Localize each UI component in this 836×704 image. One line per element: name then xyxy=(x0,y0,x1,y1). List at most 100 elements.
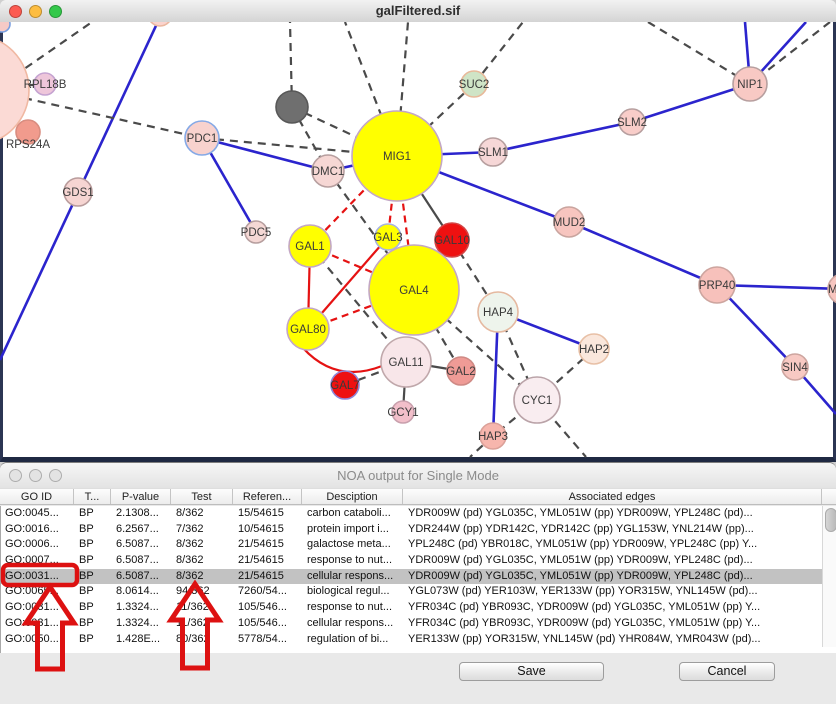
cell: GO:0016... xyxy=(1,522,75,538)
cell: GO:0050... xyxy=(1,632,75,648)
network-window-titlebar[interactable]: galFiltered.sif xyxy=(0,0,836,23)
vertical-scrollbar[interactable] xyxy=(822,506,836,647)
cell: cellular respons... xyxy=(303,569,404,585)
node-label: MSL1 xyxy=(828,284,836,296)
table-row[interactable]: GO:0031...BP1.3324...11/362105/546...res… xyxy=(1,600,836,616)
table-row[interactable]: GO:0006...BP6.5087...8/36221/54615galact… xyxy=(1,537,836,553)
cell: biological regul... xyxy=(303,584,404,600)
cell: YDR009W (pd) YGL035C, YML051W (pp) YDR00… xyxy=(404,553,823,569)
network-canvas[interactable]: RPL18B RPS24A GDS1 PDC1 DMC1 MIG1 SLM1 SUC2 SLM2… xyxy=(0,22,836,462)
cell: BP xyxy=(75,584,112,600)
node-label: GAL7 xyxy=(330,380,359,392)
table-row[interactable]: GO:0016...BP6.2567...7/36210/54615protei… xyxy=(1,522,836,538)
node-label: HAP2 xyxy=(579,344,609,356)
cell: 11/362 xyxy=(172,616,234,632)
cell: 21/54615 xyxy=(234,537,303,553)
cell: 7/362 xyxy=(172,522,234,538)
node-label: GAL3 xyxy=(373,232,402,244)
column-header[interactable]: Associated edges xyxy=(403,489,822,504)
cell: 6.5087... xyxy=(112,553,172,569)
column-header[interactable]: Desciption xyxy=(302,489,403,504)
network-edge[interactable] xyxy=(632,84,750,122)
table-row[interactable]: GO:0050...BP1.428E...80/3625778/54...reg… xyxy=(1,632,836,648)
cell: 8/362 xyxy=(172,553,234,569)
table-header-row: GO IDT...P-valueTestReferen...Desciption… xyxy=(0,488,836,505)
cell: 10/54615 xyxy=(234,522,303,538)
node-label: SIN4 xyxy=(782,362,808,374)
cell: YDR009W (pd) YGL035C, YML051W (pp) YDR00… xyxy=(404,569,823,585)
node-label: HAP3 xyxy=(478,431,508,443)
node[interactable] xyxy=(0,22,10,32)
cell: 8/362 xyxy=(172,569,234,585)
network-edge[interactable] xyxy=(493,122,632,152)
cell: BP xyxy=(75,632,112,648)
cell: carbon cataboli... xyxy=(303,506,404,522)
table-row[interactable]: GO:0031...BP6.5087...8/36221/54615cellul… xyxy=(1,569,836,585)
node-label: RPS24A xyxy=(6,139,50,151)
cell: 21/54615 xyxy=(234,553,303,569)
cell: galactose meta... xyxy=(303,537,404,553)
column-header[interactable]: Test xyxy=(171,489,233,504)
save-button[interactable]: Save xyxy=(459,662,604,681)
noa-window-titlebar[interactable]: NOA output for Single Mode xyxy=(0,463,836,489)
cell: YDR009W (pd) YGL035C, YML051W (pp) YDR00… xyxy=(404,506,823,522)
cell: GO:0045... xyxy=(1,506,75,522)
cell: GO:0031... xyxy=(1,569,75,585)
column-header[interactable]: T... xyxy=(74,489,111,504)
cell: YDR244W (pp) YDR142C, YDR142C (pp) YGL15… xyxy=(404,522,823,538)
network-edge[interactable] xyxy=(14,22,92,76)
node-label: PRP40 xyxy=(699,280,735,292)
cell: 5778/54... xyxy=(234,632,303,648)
node-label: PDC5 xyxy=(241,227,272,239)
node-label: GAL11 xyxy=(389,357,424,369)
node-label: MIG1 xyxy=(383,151,411,163)
cell: 6.5087... xyxy=(112,537,172,553)
network-edge[interactable] xyxy=(648,22,750,84)
column-header[interactable]: P-value xyxy=(111,489,171,504)
noa-window-title: NOA output for Single Mode xyxy=(0,468,836,483)
node-label: RPL18B xyxy=(24,79,67,91)
node-label: SLM1 xyxy=(478,147,508,159)
cell: 2.1308... xyxy=(112,506,172,522)
network-edge[interactable] xyxy=(303,348,382,372)
node-label: GAL1 xyxy=(295,241,324,253)
node-label: SUC2 xyxy=(459,79,490,91)
cell: BP xyxy=(75,537,112,553)
cell: 1.3324... xyxy=(112,600,172,616)
cell: 80/362 xyxy=(172,632,234,648)
node-label: DMC1 xyxy=(312,166,345,178)
node-label: GDS1 xyxy=(62,187,93,199)
cell: 6.5087... xyxy=(112,569,172,585)
node-label: NIP1 xyxy=(737,79,763,91)
cell: 11/362 xyxy=(172,600,234,616)
table-body[interactable]: GO:0045...BP2.1308...8/36215/54615carbon… xyxy=(0,506,836,653)
node-label: MUD2 xyxy=(553,217,586,229)
cell: 8.0614... xyxy=(112,584,172,600)
table-row[interactable]: GO:0031...BP1.3324...11/362105/546...cel… xyxy=(1,616,836,632)
column-header[interactable]: Referen... xyxy=(233,489,302,504)
network-edge[interactable] xyxy=(24,98,202,138)
node-label: CYC1 xyxy=(522,395,553,407)
column-header[interactable]: GO ID xyxy=(0,489,74,504)
cell: cellular respons... xyxy=(303,616,404,632)
cell: 8/362 xyxy=(172,506,234,522)
node-label: SLM2 xyxy=(617,117,647,129)
cancel-button[interactable]: Cancel xyxy=(679,662,775,681)
network-edge[interactable] xyxy=(569,222,717,285)
table-row[interactable]: GO:0065...BP8.0614...94/3627260/54...bio… xyxy=(1,584,836,600)
cell: 8/362 xyxy=(172,537,234,553)
scrollbar-thumb[interactable] xyxy=(825,508,836,532)
cell: YER133W (pp) YOR315W, YNL145W (pd) YHR08… xyxy=(404,632,823,648)
node[interactable] xyxy=(276,91,308,123)
node-label: PDC1 xyxy=(187,133,218,145)
cell: 15/54615 xyxy=(234,506,303,522)
table-row[interactable]: GO:0045...BP2.1308...8/36215/54615carbon… xyxy=(1,506,836,522)
cell: 1.428E... xyxy=(112,632,172,648)
network-graph: RPL18B RPS24A GDS1 PDC1 DMC1 MIG1 SLM1 SUC2 SLM2… xyxy=(0,22,836,462)
cell: response to nut... xyxy=(303,600,404,616)
cell: BP xyxy=(75,506,112,522)
table-row[interactable]: GO:0007...BP6.5087...8/36221/54615respon… xyxy=(1,553,836,569)
cell: regulation of bi... xyxy=(303,632,404,648)
node[interactable] xyxy=(148,22,172,26)
cell: 94/362 xyxy=(172,584,234,600)
